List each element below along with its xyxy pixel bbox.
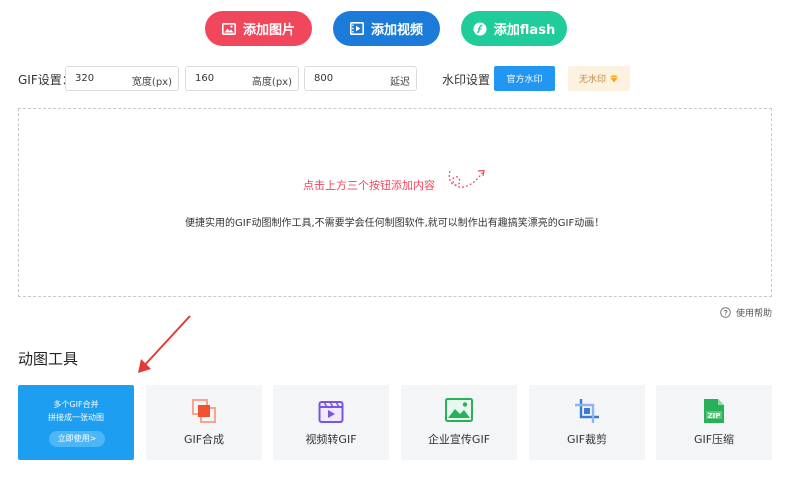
height-field[interactable]: 160 高度(px): [185, 66, 299, 91]
height-value[interactable]: 160: [195, 73, 214, 84]
width-value[interactable]: 320: [75, 73, 94, 84]
video-to-gif-icon: [318, 401, 344, 423]
tool-label: 视频转GIF: [305, 433, 357, 446]
vip-diamond-icon: [610, 75, 618, 82]
tool-gif-crop[interactable]: GIF裁剪: [529, 385, 645, 460]
tool-video-to-gif[interactable]: 视频转GIF: [273, 385, 389, 460]
use-now-button[interactable]: 立即使用>: [49, 431, 105, 447]
delay-unit: 延迟: [390, 77, 410, 88]
tool-label: GIF裁剪: [566, 433, 608, 446]
promo-line-1: 多个GIF合并: [53, 400, 99, 409]
flash-icon: [473, 22, 487, 35]
red-arrow-icon: [138, 315, 191, 373]
question-icon: [720, 307, 731, 318]
official-watermark-button[interactable]: 官方水印: [494, 66, 555, 91]
drop-zone[interactable]: [18, 108, 772, 297]
add-video-label: 添加视频: [370, 23, 423, 38]
height-unit: 高度(px): [251, 77, 292, 88]
delay-field[interactable]: 800 延迟: [304, 66, 417, 91]
add-flash-label: 添加flash: [493, 23, 556, 38]
add-image-button[interactable]: 添加图片: [205, 11, 312, 46]
crop-icon: [575, 399, 599, 423]
official-watermark-label: 官方水印: [506, 75, 543, 85]
tools-section-title: 动图工具: [18, 350, 79, 368]
add-image-label: 添加图片: [242, 23, 295, 38]
add-video-button[interactable]: 添加视频: [333, 11, 440, 46]
tool-label: GIF压缩: [693, 433, 735, 446]
tool-label: 企业宣传GIF: [427, 433, 491, 446]
help-label: 使用帮助: [736, 309, 773, 319]
tool-gif-merge[interactable]: GIF合成: [146, 385, 262, 460]
watermark-label: 水印设置: [442, 73, 491, 87]
width-unit: 宽度(px): [131, 77, 172, 88]
svg-text:ZIP: ZIP: [708, 412, 721, 420]
curly-arrow-icon: [448, 169, 485, 188]
gif-merge-icon: [192, 399, 216, 423]
width-field[interactable]: 320 宽度(px): [65, 66, 179, 91]
video-icon: [349, 22, 364, 35]
image-icon: [221, 22, 236, 35]
no-watermark-label: 无水印: [578, 75, 606, 85]
gif-merge-promo-card[interactable]: 多个GIF合并 拼接成一张动图 立即使用>: [18, 385, 134, 460]
add-flash-button[interactable]: 添加flash: [461, 11, 567, 46]
tool-label: GIF合成: [183, 433, 225, 446]
delay-value[interactable]: 800: [314, 73, 333, 84]
drop-zone-hint: 点击上方三个按钮添加内容: [303, 179, 435, 192]
zip-icon: ZIP: [704, 399, 724, 423]
tool-gif-compress[interactable]: ZIP GIF压缩: [656, 385, 772, 460]
tool-corporate-gif[interactable]: 企业宣传GIF: [401, 385, 517, 460]
drop-zone-description: 便捷实用的GIF动图制作工具,不需要学会任何制图软件,就可以制作出有趣搞笑漂亮的…: [185, 218, 605, 229]
help-link[interactable]: 使用帮助: [720, 306, 772, 319]
no-watermark-button[interactable]: 无水印: [568, 66, 630, 91]
promo-line-2: 拼接成一张动图: [48, 413, 104, 422]
image-icon: [445, 398, 473, 422]
